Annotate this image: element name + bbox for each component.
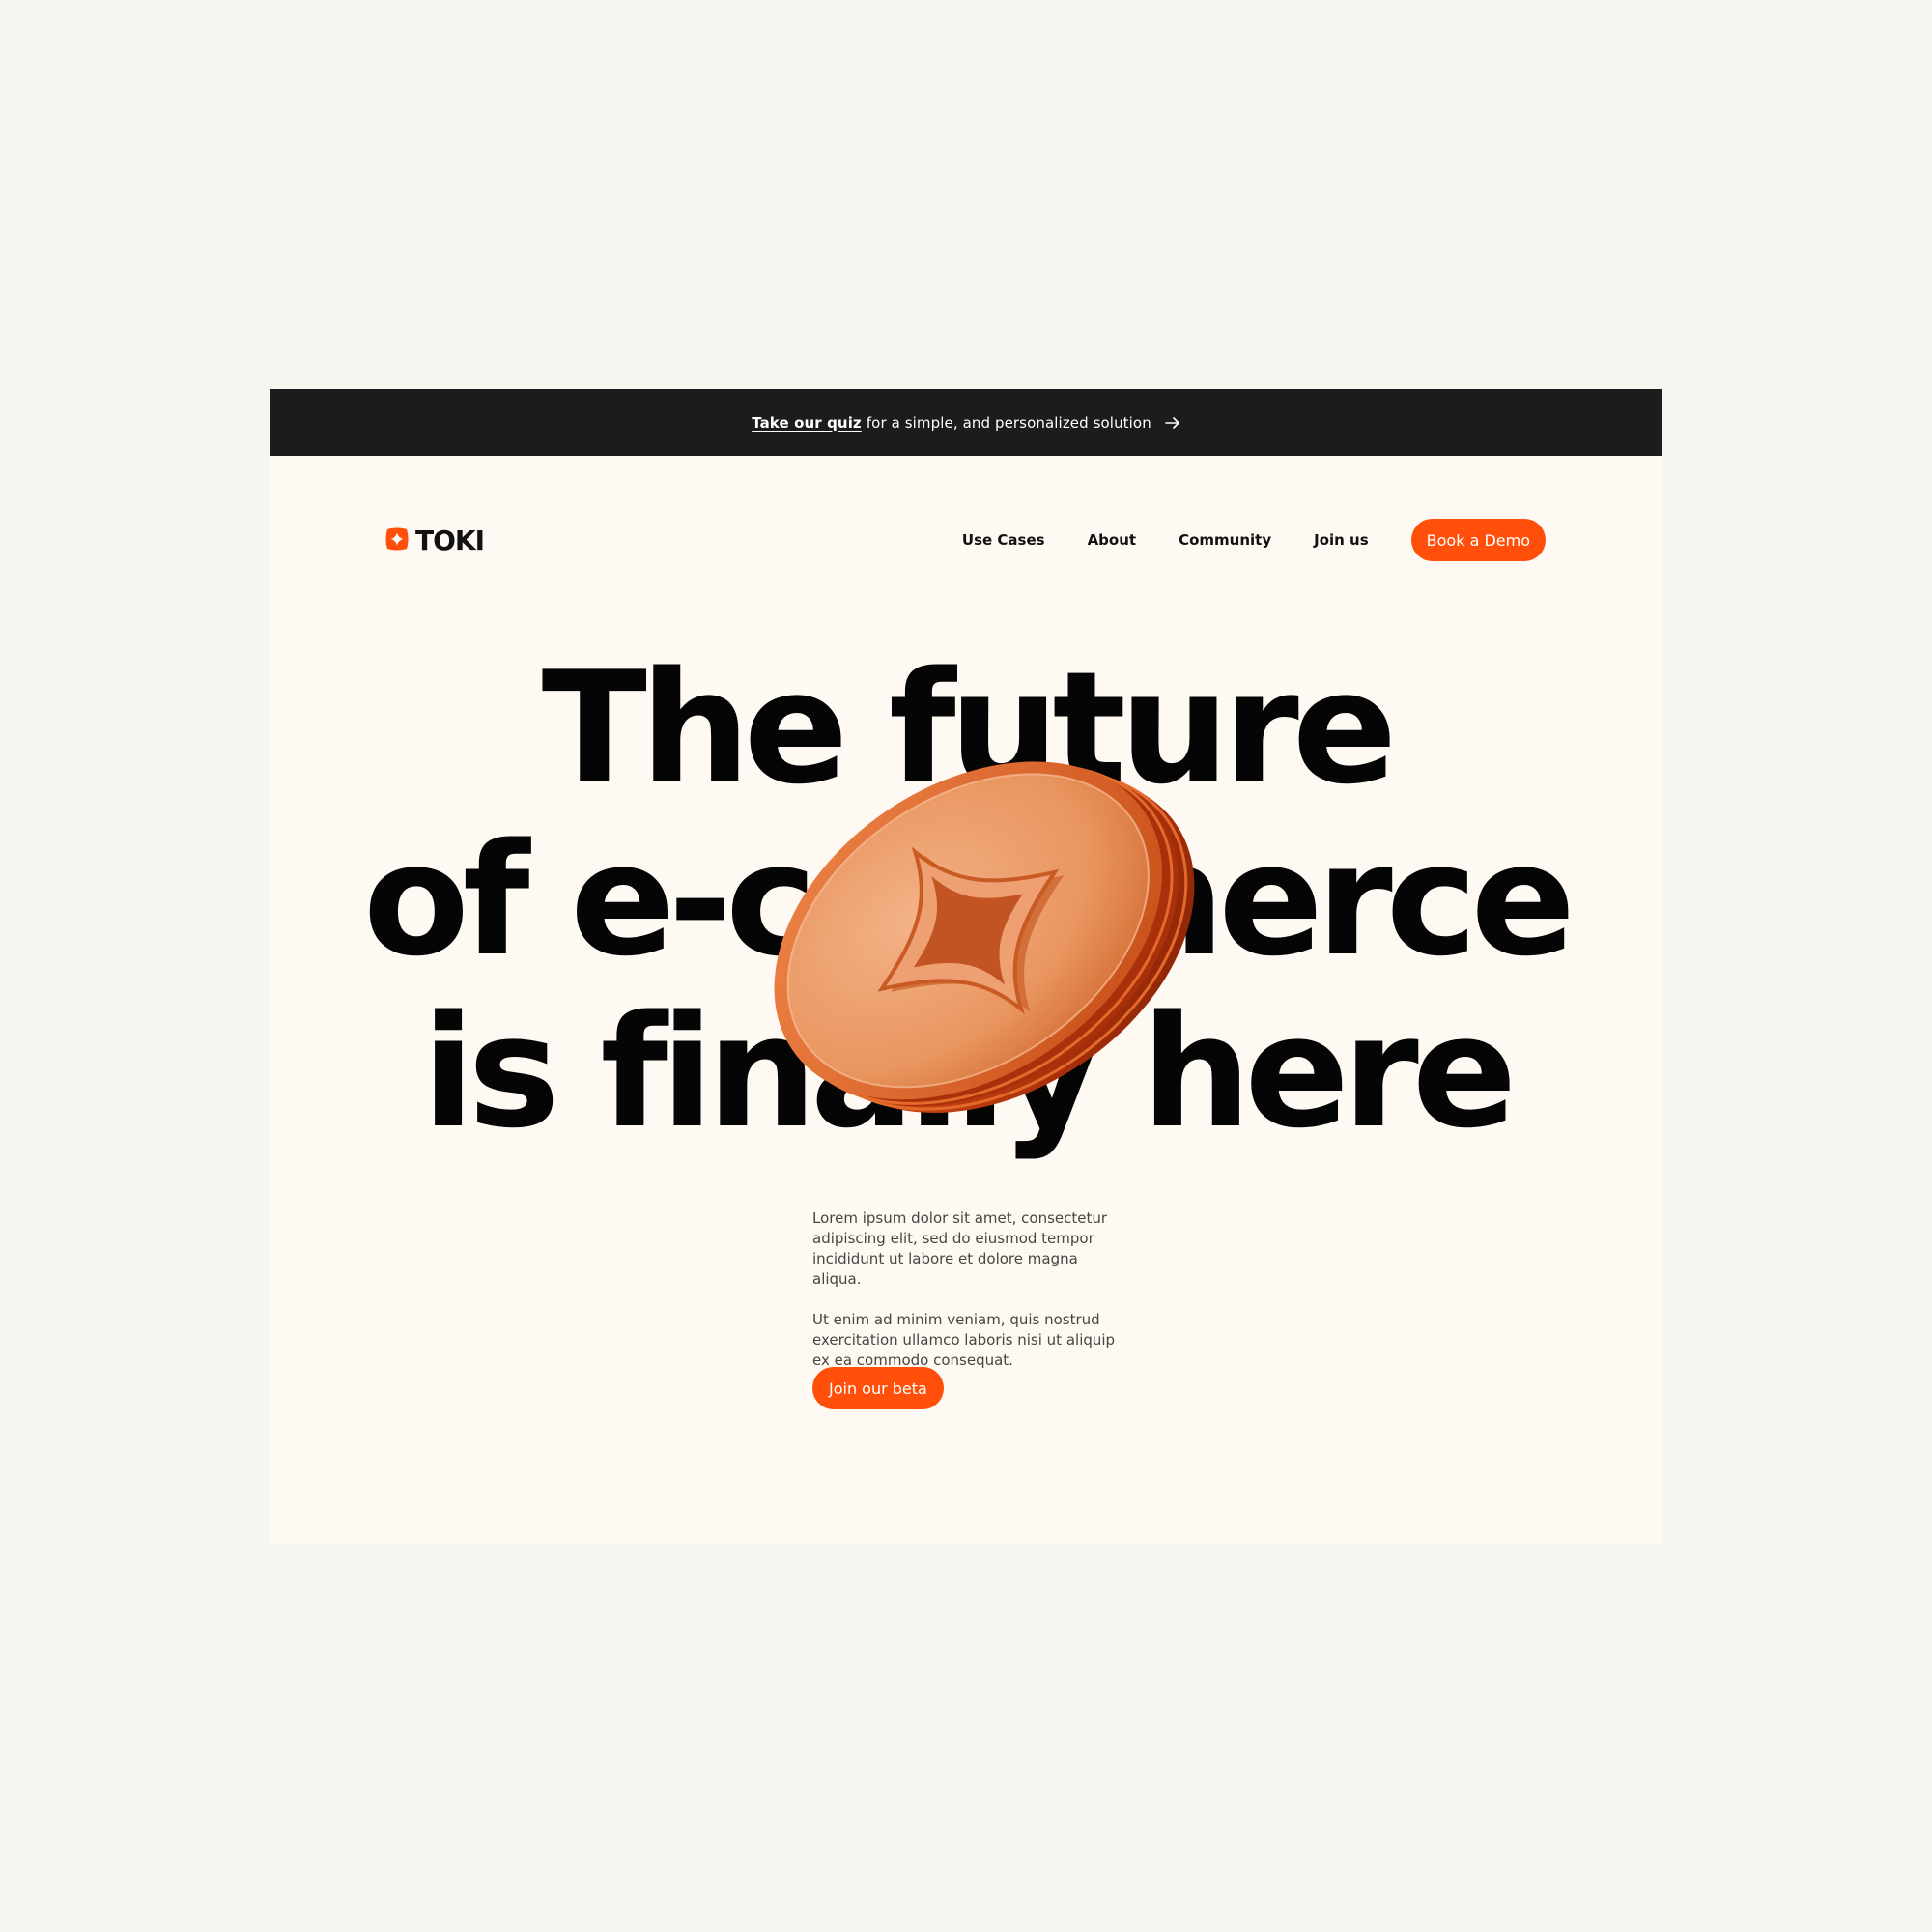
book-demo-button[interactable]: Book a Demo: [1410, 519, 1546, 561]
nav-use-cases[interactable]: Use Cases: [962, 531, 1045, 549]
join-beta-button[interactable]: Join our beta: [812, 1367, 944, 1409]
intro-paragraph-2: Ut enim ad minim veniam, quis nostrud ex…: [812, 1311, 1116, 1369]
toki-star-logo-icon: [384, 526, 410, 555]
announcement-text: for a simple, and personalized solution: [866, 413, 1151, 432]
brand-logo[interactable]: TOKI: [384, 525, 485, 556]
intro-paragraph-1: Lorem ipsum dolor sit amet, consectetur …: [812, 1209, 1108, 1288]
arrow-right-icon[interactable]: [1165, 416, 1180, 429]
quiz-link[interactable]: Take our quiz: [752, 414, 862, 432]
landing-page: Take our quiz for a simple, and personal…: [270, 389, 1662, 1543]
main-nav: Use Cases About Community Join us Book a…: [962, 519, 1546, 561]
nav-community[interactable]: Community: [1179, 531, 1271, 549]
coin-illustration: [746, 739, 1200, 1125]
announcement-bar: Take our quiz for a simple, and personal…: [270, 389, 1662, 456]
nav-about[interactable]: About: [1088, 531, 1137, 549]
brand-name: TOKI: [415, 525, 485, 556]
nav-join-us[interactable]: Join us: [1314, 531, 1369, 549]
hero-intro: Lorem ipsum dolor sit amet, consectetur …: [812, 1208, 1131, 1391]
